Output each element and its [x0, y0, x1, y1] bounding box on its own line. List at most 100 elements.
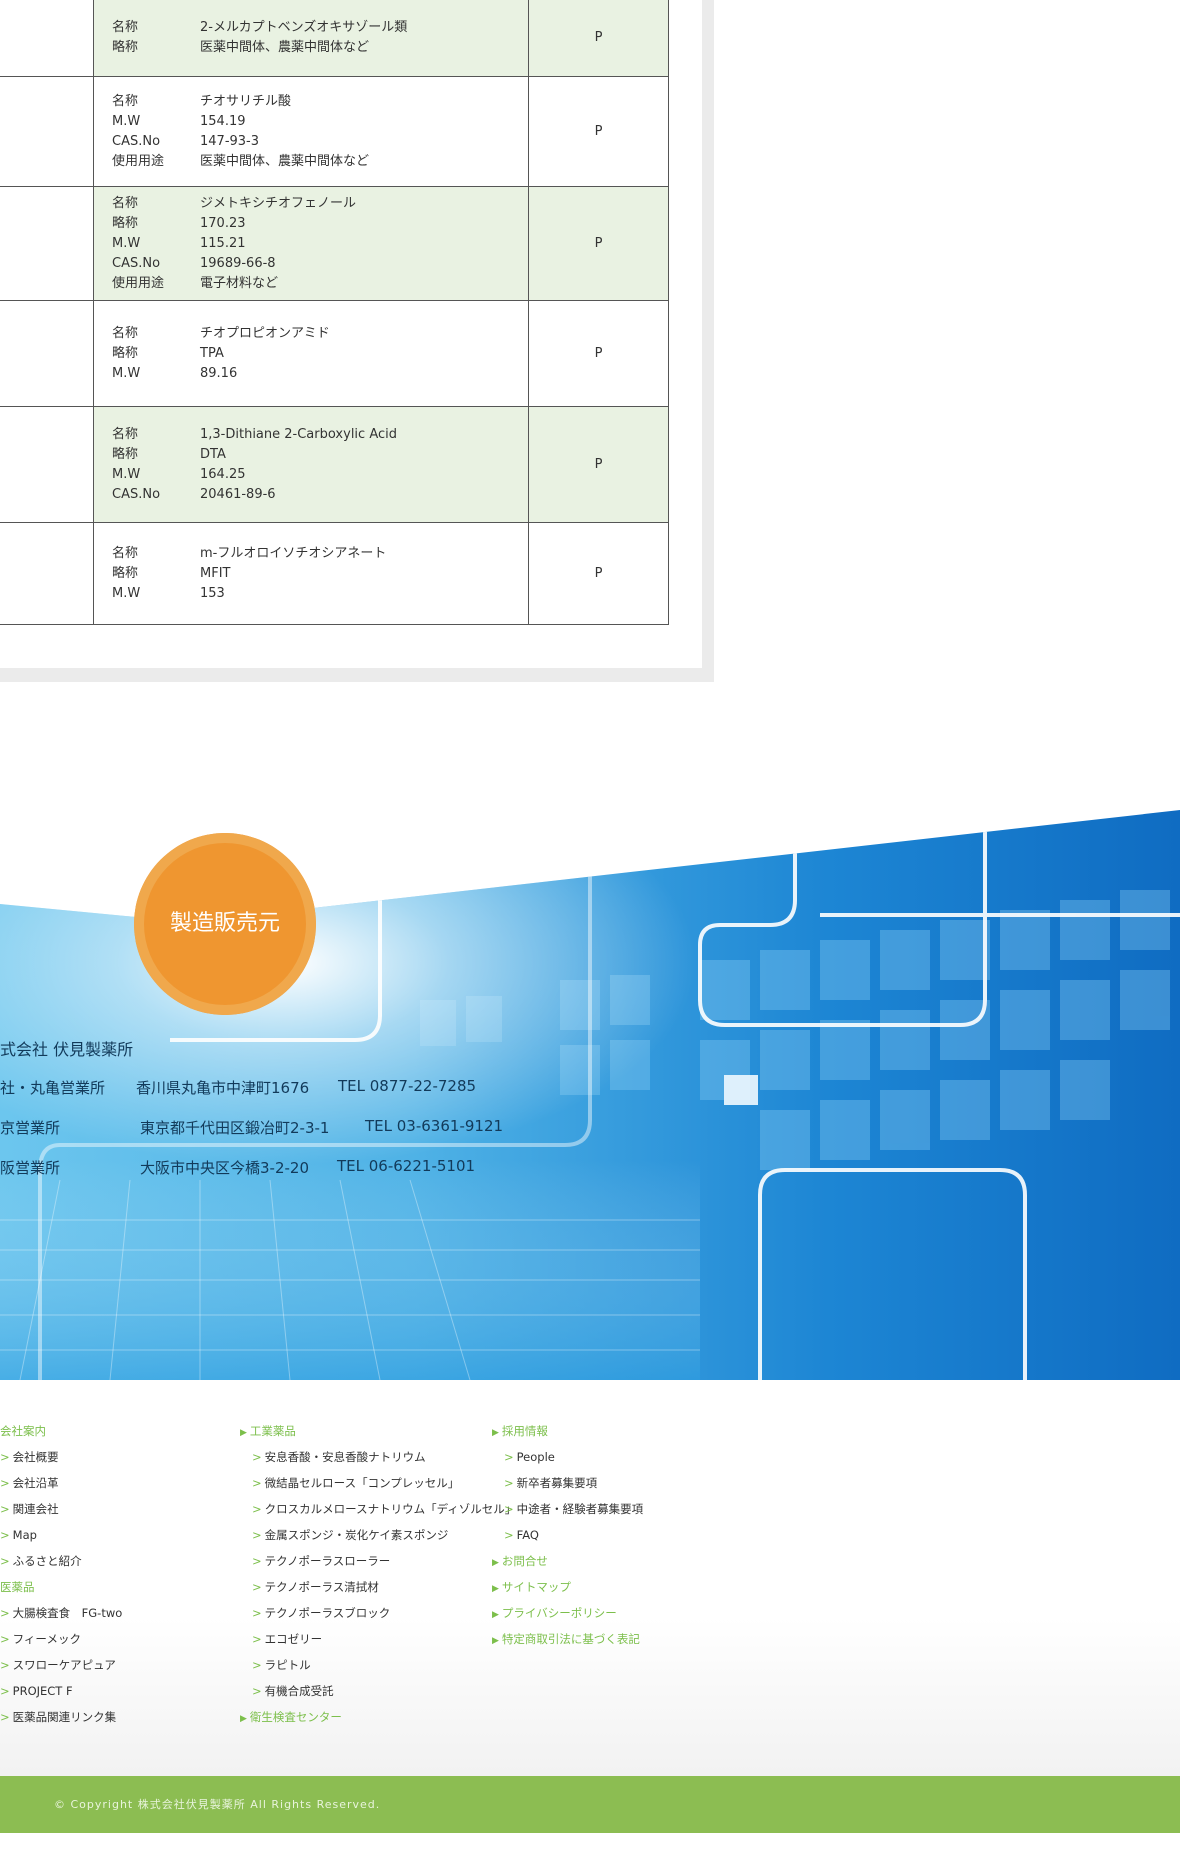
footer-sub-link[interactable]: > ラピトル [240, 1652, 516, 1678]
footer-section-link[interactable]: ▶ プライバシーポリシー [492, 1600, 643, 1626]
footer-section-link[interactable]: ▶ 特定商取引法に基づく表記 [492, 1626, 643, 1652]
chevron-right-icon: > [504, 1476, 514, 1490]
product-field-value: 147-93-3 [200, 133, 260, 149]
triangle-right-icon: ▶ [492, 1584, 499, 1594]
footer-sub-link[interactable]: > 金属スポンジ・炭化ケイ素スポンジ [240, 1522, 516, 1548]
product-grade: P [528, 76, 669, 187]
office-name: 社・丸亀営業所 [0, 1079, 106, 1097]
product-field-value: 2-メルカプトベンズオキサゾール類 [200, 19, 408, 35]
office-tel: TEL 0877-22-7285 [338, 1077, 477, 1095]
chevron-right-icon: > [0, 1632, 10, 1646]
chevron-right-icon: > [252, 1580, 262, 1594]
footer-sub-link[interactable]: > 新卒者募集要項 [492, 1470, 643, 1496]
triangle-right-icon: ▶ [492, 1558, 499, 1568]
footer-link-label: テクノポーラスブロック [264, 1606, 391, 1620]
footer-link-label: 特定商取引法に基づく表記 [501, 1632, 640, 1646]
footer-sub-link[interactable]: > Map [0, 1522, 122, 1548]
footer-link-label: 医薬品関連リンク集 [12, 1710, 117, 1724]
product-field-value: 19689-66-8 [200, 255, 276, 271]
footer-section-link[interactable]: ▶ サイトマップ [492, 1574, 643, 1600]
footer-sub-link[interactable]: > ふるさと紹介 [0, 1548, 122, 1574]
footer-sub-link[interactable]: > 微結晶セルロース「コンプレッセル」 [240, 1470, 516, 1496]
footer-link-label: People [516, 1450, 555, 1464]
footer-sub-link[interactable]: > 有機合成受託 [240, 1678, 516, 1704]
footer-sub-link[interactable]: > 関連会社 [0, 1496, 122, 1522]
footer-sub-link[interactable]: > スワローケアピュア [0, 1652, 122, 1678]
product-details: 名称 略称 2-メルカプトベンズオキサゾール類 医薬中間体、農薬中間体など [94, 18, 528, 58]
product-field-label: CAS.No [112, 133, 161, 149]
footer-link-label: ふるさと紹介 [12, 1554, 82, 1568]
footer-sub-link[interactable]: > テクノポーラスブロック [240, 1600, 516, 1626]
footer-sub-link[interactable]: > People [492, 1444, 643, 1470]
manufacturer-badge: 製造販売元 [134, 833, 316, 1015]
product-field-value: チオサリチル酸 [200, 93, 292, 109]
product-detail-cell: 名称 M.W CAS.No 使用用途 チオサリチル酸 154.19 147-93-3 医薬中間… [93, 76, 529, 187]
product-field-value: ジメトキシチオフェノール [200, 195, 357, 211]
chevron-right-icon: > [252, 1658, 262, 1672]
footer-sub-link[interactable]: > テクノポーラス清拭材 [240, 1574, 516, 1600]
footer-sub-link[interactable]: > FAQ [492, 1522, 643, 1548]
office-name: 阪営業所 [0, 1159, 61, 1177]
footer-link-label: 安息香酸・安息香酸ナトリウム [264, 1450, 426, 1464]
product-field-value: 1,3-Dithiane 2-Carboxylic Acid [200, 426, 397, 442]
chevron-right-icon: > [252, 1632, 262, 1646]
footer-section-link[interactable]: ▶ 衛生検査センター [240, 1704, 516, 1730]
copyright-text: © Copyright 株式会社伏見製薬所 All Rights Reserve… [54, 1798, 381, 1811]
footer-link-label: PROJECT F [12, 1684, 73, 1698]
product-field-values: ジメトキシチオフェノール 170.23 115.21 19689-66-8 電子材料など [200, 194, 356, 294]
footer-link-label: Map [12, 1528, 37, 1542]
footer-link-label: 有機合成受託 [264, 1684, 334, 1698]
footer-sub-link[interactable]: > 大腸検査食 FG-two [0, 1600, 122, 1626]
product-field-label: 略称 [112, 565, 139, 581]
product-grade: P [528, 522, 669, 625]
footer-link-label: スワローケアピュア [12, 1658, 116, 1672]
footer-link-label: プライバシーポリシー [501, 1606, 617, 1620]
footer-link-label: 関連会社 [12, 1502, 59, 1516]
product-field-value: m-フルオロイソチオシアネート [200, 545, 387, 561]
footer-sub-link[interactable]: > 会社概要 [0, 1444, 122, 1470]
product-field-label: M.W [112, 113, 141, 129]
footer-link-label: 会社案内 [0, 1424, 46, 1438]
footer-section-link[interactable]: 会社案内 [0, 1418, 122, 1444]
chevron-right-icon: > [0, 1554, 10, 1568]
footer-sub-link[interactable]: > エコゼリー [240, 1626, 516, 1652]
footer-link-label: 会社沿革 [12, 1476, 59, 1490]
footer-section-link[interactable]: 医薬品 [0, 1574, 122, 1600]
chevron-right-icon: > [0, 1528, 10, 1542]
product-field-label: 名称 [112, 325, 139, 341]
footer-section-link[interactable]: ▶ 工業薬品 [240, 1418, 516, 1444]
chevron-right-icon: > [252, 1502, 262, 1516]
footer-link-label: 会社概要 [12, 1450, 59, 1464]
product-row-blank-cell [0, 76, 94, 187]
footer-sub-link[interactable]: > 安息香酸・安息香酸ナトリウム [240, 1444, 516, 1470]
footer-sub-link[interactable]: > フィーメック [0, 1626, 122, 1652]
product-field-label: 使用用途 [112, 275, 165, 291]
product-field-value: 20461-89-6 [200, 486, 276, 502]
footer-link-label: ラピトル [264, 1658, 311, 1672]
product-field-labels: 名称 略称 [112, 18, 200, 58]
product-details: 名称 略称 M.W チオプロピオンアミド TPA 89.16 [94, 324, 528, 384]
product-row-blank-cell [0, 522, 94, 625]
product-field-value: MFIT [200, 565, 231, 581]
footer-link-label: FAQ [516, 1528, 539, 1542]
footer-sub-link[interactable]: > テクノポーラスローラー [240, 1548, 516, 1574]
chevron-right-icon: > [0, 1606, 10, 1620]
footer-section-link[interactable]: ▶ お問合せ [492, 1548, 643, 1574]
footer-sub-link[interactable]: > 中途者・経験者募集要項 [492, 1496, 643, 1522]
footer-link-label: 大腸検査食 FG-two [12, 1606, 123, 1620]
chevron-right-icon: > [0, 1684, 10, 1698]
product-field-label: M.W [112, 585, 141, 601]
product-field-value: TPA [200, 345, 224, 361]
footer-section-link[interactable]: ▶ 採用情報 [492, 1418, 643, 1444]
footer-link-label: 中途者・経験者募集要項 [516, 1502, 644, 1516]
footer-sub-link[interactable]: > クロスカルメロースナトリウム「ディゾルセル」 [240, 1496, 516, 1522]
footer-sub-link[interactable]: > 医薬品関連リンク集 [0, 1704, 122, 1730]
footer-links-recruit: ▶ 採用情報 > People > 新卒者募集要項 > 中途者・経験者募集要項 > FAQ ▶ お問合… [492, 1418, 643, 1652]
footer-sub-link[interactable]: > 会社沿革 [0, 1470, 122, 1496]
product-row: 名称 略称 M.W CAS.No 1,3-Dithiane 2-Carboxylic A… [0, 406, 669, 523]
product-field-values: 1,3-Dithiane 2-Carboxylic Acid DTA 164.25 2… [200, 425, 397, 505]
triangle-right-icon: ▶ [240, 1428, 247, 1438]
product-row: 名称 略称 2-メルカプトベンズオキサゾール類 医薬中間体、農薬中間体など P [0, 0, 669, 77]
footer-sub-link[interactable]: > PROJECT F [0, 1678, 122, 1704]
product-grade: P [528, 300, 669, 407]
